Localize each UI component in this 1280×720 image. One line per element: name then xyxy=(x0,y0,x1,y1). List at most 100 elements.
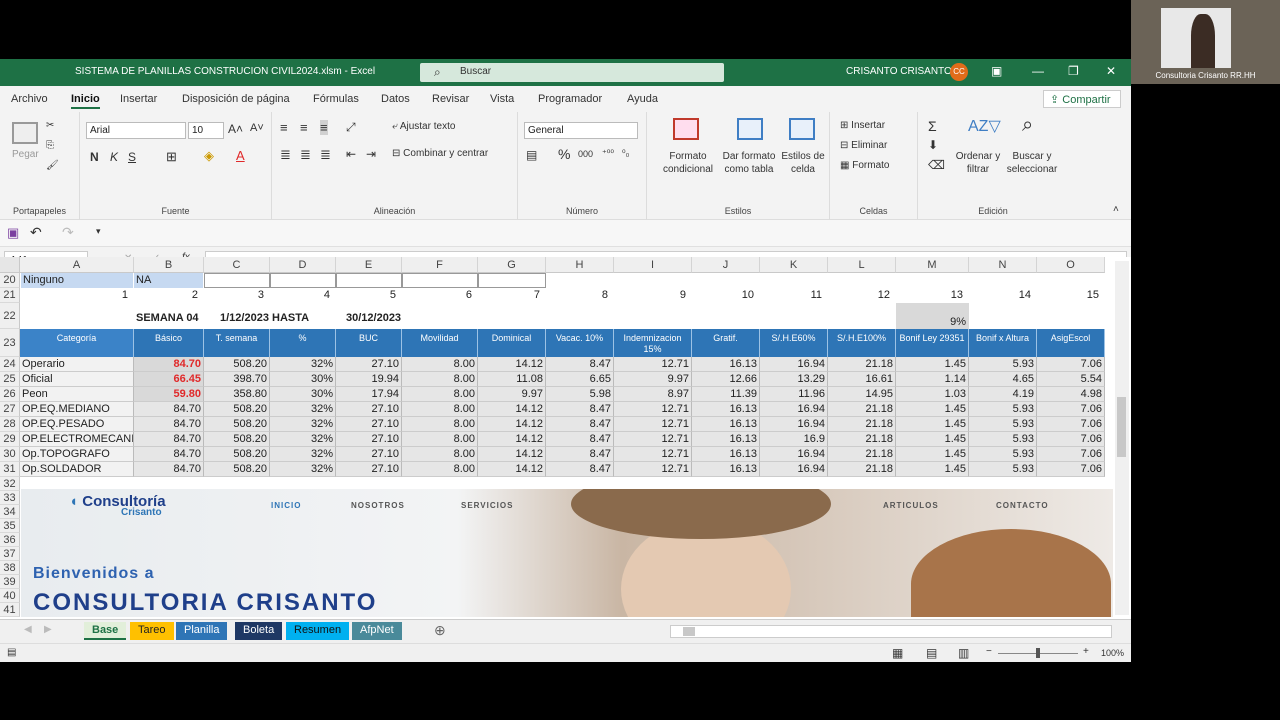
zoom-slider-thumb[interactable] xyxy=(1036,648,1040,658)
table-row-cell[interactable]: 398.70 xyxy=(204,372,270,387)
until-label[interactable]: HASTA xyxy=(270,309,320,327)
table-row-cell[interactable]: 16.61 xyxy=(828,372,896,387)
table-row-cell[interactable]: 27.10 xyxy=(336,432,402,447)
row-header[interactable]: 31 xyxy=(0,462,20,477)
table-row-cell[interactable]: 5.93 xyxy=(969,357,1037,372)
table-row-cell[interactable]: 14.12 xyxy=(478,417,546,432)
select-all-corner[interactable] xyxy=(0,257,20,273)
table-row-cell[interactable]: 14.12 xyxy=(478,357,546,372)
table-row-cell[interactable]: 7.06 xyxy=(1037,357,1105,372)
table-header-cell[interactable]: Movilidad xyxy=(402,329,478,357)
font-shrink-icon[interactable]: A˅ xyxy=(250,122,264,134)
row-header[interactable]: 29 xyxy=(0,432,20,447)
row-header[interactable]: 33 xyxy=(0,491,20,505)
table-row-cell[interactable]: 12.71 xyxy=(614,417,692,432)
table-row-cell[interactable]: 16.13 xyxy=(692,447,760,462)
horizontal-scrollbar[interactable] xyxy=(670,625,1112,638)
table-row-cell[interactable]: 12.66 xyxy=(692,372,760,387)
table-header-cell[interactable]: BUC xyxy=(336,329,402,357)
wrap-text-button[interactable]: ⤶ Ajustar texto xyxy=(392,121,455,132)
underline-button[interactable]: S xyxy=(128,150,136,164)
row-header[interactable]: 26 xyxy=(0,387,20,402)
bold-button[interactable]: N xyxy=(90,150,99,164)
close-icon[interactable]: ✕ xyxy=(1106,64,1116,78)
table-row-cell[interactable]: 508.20 xyxy=(204,357,270,372)
row-header[interactable]: 40 xyxy=(0,589,20,603)
column-number-cell[interactable]: 14 xyxy=(969,288,1033,303)
zoom-level[interactable]: 100% xyxy=(1101,648,1124,658)
table-row-cell[interactable]: 8.00 xyxy=(402,387,478,402)
table-row-cell[interactable]: 1.14 xyxy=(896,372,969,387)
table-row-cell[interactable]: 30% xyxy=(270,372,336,387)
column-number-cell[interactable]: 13 xyxy=(896,288,965,303)
table-row-cell[interactable]: 5.98 xyxy=(546,387,614,402)
column-header[interactable]: G xyxy=(478,257,546,273)
prev-sheet-icon[interactable]: ◀ xyxy=(24,624,32,635)
decrease-decimal-icon[interactable]: ⁰₀ xyxy=(622,148,629,159)
table-row-cell[interactable]: 21.18 xyxy=(828,447,896,462)
column-number-cell[interactable]: 12 xyxy=(828,288,892,303)
paste-button[interactable]: Pegar xyxy=(12,149,39,160)
table-row-cell[interactable]: 16.94 xyxy=(760,402,828,417)
table-row-cell[interactable]: 508.20 xyxy=(204,462,270,477)
zoom-in-icon[interactable]: + xyxy=(1083,646,1089,657)
row-header[interactable]: 35 xyxy=(0,519,20,533)
increase-decimal-icon[interactable]: ⁺⁰⁰ xyxy=(602,148,614,159)
table-row-cell[interactable]: 30% xyxy=(270,387,336,402)
table-row-cell[interactable]: 1.45 xyxy=(896,357,969,372)
week-label[interactable]: SEMANA 04 xyxy=(134,309,214,327)
font-size-select[interactable]: 10 xyxy=(188,122,224,139)
table-row-cell[interactable]: 27.10 xyxy=(336,447,402,462)
cell[interactable] xyxy=(204,273,270,288)
tab-programador[interactable]: Programador xyxy=(538,93,602,105)
sheet-tab-resumen[interactable]: Resumen xyxy=(286,622,350,640)
cell-styles-button[interactable]: Estilos de celda xyxy=(779,150,827,176)
sheet-tab-tareo[interactable]: Tareo xyxy=(130,622,174,640)
table-row-cell[interactable]: 27.10 xyxy=(336,462,402,477)
table-row-cell[interactable]: 8.00 xyxy=(402,372,478,387)
tab-vista[interactable]: Vista xyxy=(490,93,514,105)
clear-icon[interactable]: ⌫ xyxy=(928,158,945,172)
font-name-select[interactable]: Arial xyxy=(86,122,186,139)
tab-formulas[interactable]: Fórmulas xyxy=(313,93,359,105)
table-row-cell[interactable]: 16.94 xyxy=(760,417,828,432)
vertical-scrollbar[interactable] xyxy=(1115,261,1129,615)
table-row-cell[interactable]: OP.ELECTROMECANI xyxy=(20,432,134,447)
table-header-cell[interactable]: S/.H.E60% xyxy=(760,329,828,357)
table-row-cell[interactable]: 21.18 xyxy=(828,432,896,447)
table-row-cell[interactable]: 5.93 xyxy=(969,432,1037,447)
table-row-cell[interactable]: Peon xyxy=(20,387,134,402)
column-header[interactable]: B xyxy=(134,257,204,273)
table-row-cell[interactable]: 5.93 xyxy=(969,402,1037,417)
row-header[interactable]: 38 xyxy=(0,561,20,575)
table-row-cell[interactable]: 27.10 xyxy=(336,357,402,372)
table-row-cell[interactable]: 11.39 xyxy=(692,387,760,402)
sort-filter-button[interactable]: Ordenar y filtrar xyxy=(952,150,1004,176)
font-grow-icon[interactable]: A˄ xyxy=(228,122,243,136)
sheet-tab-afpnet[interactable]: AfpNet xyxy=(352,622,402,640)
table-row-cell[interactable]: 1.03 xyxy=(896,387,969,402)
column-number-cell[interactable]: 7 xyxy=(478,288,542,303)
format-table-button[interactable]: Dar formato como tabla xyxy=(719,150,779,176)
cell-a20[interactable]: Ninguno xyxy=(21,273,133,288)
zoom-slider[interactable] xyxy=(998,648,1078,658)
column-number-cell[interactable]: 4 xyxy=(270,288,332,303)
cut-icon[interactable]: ✂ xyxy=(46,120,54,131)
table-header-cell[interactable]: Básico xyxy=(134,329,204,357)
table-row-cell[interactable]: 8.47 xyxy=(546,432,614,447)
table-row-cell[interactable]: 21.18 xyxy=(828,357,896,372)
table-row-cell[interactable]: 16.13 xyxy=(692,462,760,477)
table-row-cell[interactable]: 358.80 xyxy=(204,387,270,402)
table-row-cell[interactable]: Op.SOLDADOR xyxy=(20,462,134,477)
cell-b20[interactable]: NA xyxy=(134,273,203,288)
column-header[interactable]: C xyxy=(204,257,270,273)
borders-icon[interactable]: ⊞ xyxy=(166,149,177,165)
table-row-cell[interactable]: 9.97 xyxy=(614,372,692,387)
row-header[interactable]: 30 xyxy=(0,447,20,462)
start-date[interactable]: 1/12/2023 xyxy=(218,309,278,327)
table-row-cell[interactable]: 1.45 xyxy=(896,432,969,447)
column-number-cell[interactable]: 2 xyxy=(134,288,200,303)
column-number-cell[interactable]: 11 xyxy=(760,288,824,303)
table-row-cell[interactable]: 8.47 xyxy=(546,417,614,432)
table-row-cell[interactable]: 5.93 xyxy=(969,447,1037,462)
